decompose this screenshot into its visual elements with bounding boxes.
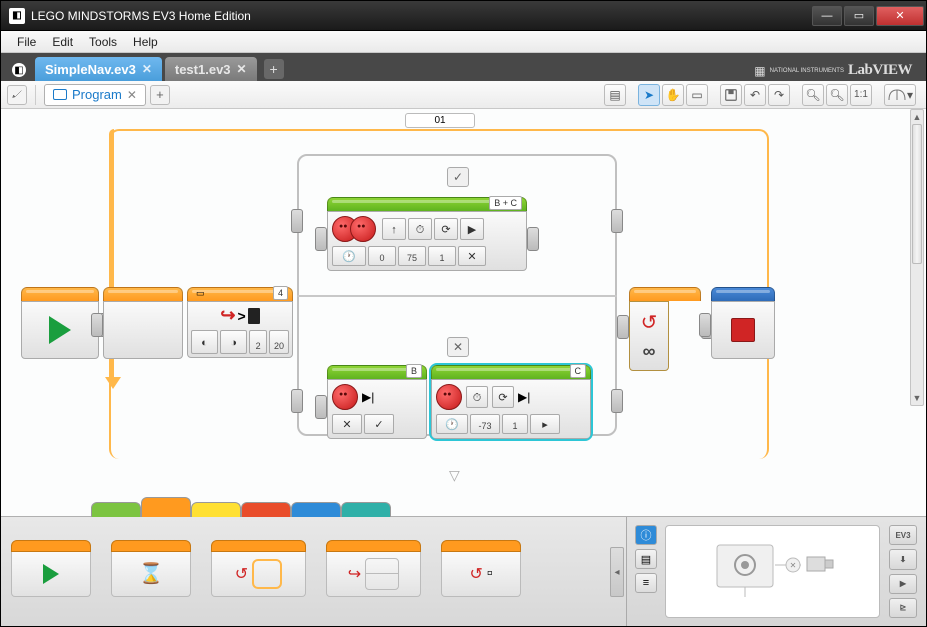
palette-tab-sensor[interactable]	[191, 502, 241, 517]
tab-test1[interactable]: test1.ev3 ✕	[165, 57, 257, 81]
loop-icon: ↺	[641, 310, 658, 335]
color-sensor-switch-block[interactable]: 4 ▭ ↪ > ◐ ◑ 2 20	[187, 287, 293, 358]
palette-tab-advanced[interactable]	[291, 502, 341, 517]
content-editor-button[interactable]: ▾	[884, 84, 916, 106]
port-label[interactable]: C	[570, 364, 587, 378]
run-selected-button[interactable]: ⊵	[889, 598, 917, 618]
home-tab[interactable]: ◧	[7, 59, 31, 81]
palette-collapse-button[interactable]: ◂	[610, 547, 624, 597]
port-view-button[interactable]: ▤	[635, 549, 657, 569]
port-label[interactable]: B	[406, 364, 422, 378]
palette-wait-block[interactable]: ⌛	[111, 540, 191, 610]
maximize-button[interactable]: ▭	[844, 6, 874, 26]
undo-button[interactable]: ↶	[744, 84, 766, 106]
program-icon	[53, 89, 67, 100]
project-tabs: ◧ SimpleNav.ev3 ✕ test1.ev3 ✕ + ▦ NATION…	[1, 53, 926, 81]
run-button[interactable]: ▶	[889, 574, 917, 594]
save-button[interactable]	[720, 84, 742, 106]
app-icon: ◧	[9, 8, 25, 24]
port-label[interactable]: B + C	[489, 196, 522, 210]
close-icon[interactable]: ✕	[237, 62, 247, 76]
titlebar: ◧ LEGO MINDSTORMS EV3 Home Edition — ▭ ✕	[1, 1, 926, 31]
redo-button[interactable]: ↷	[768, 84, 790, 106]
project-properties-button[interactable]	[7, 85, 27, 105]
palette-switch-block[interactable]: ↪	[326, 540, 421, 610]
comparison-icon: >	[237, 308, 245, 324]
sensor-icon	[248, 308, 260, 324]
document-button[interactable]: ▤	[604, 84, 626, 106]
add-program-button[interactable]: +	[150, 85, 170, 105]
palette-loop-interrupt-block[interactable]: ↺▫	[441, 540, 521, 610]
vertical-scrollbar[interactable]: ▲ ▼	[910, 109, 924, 406]
motor-icon	[350, 216, 376, 242]
palette-tab-myblocks[interactable]	[341, 502, 391, 517]
motor-icon	[436, 384, 462, 410]
zoom-reset-button[interactable]: 1:1	[850, 84, 872, 106]
available-bricks-button[interactable]: ≡	[635, 573, 657, 593]
palette-tab-flow[interactable]	[141, 497, 191, 517]
minimize-button[interactable]: —	[812, 6, 842, 26]
stop-block[interactable]	[711, 287, 775, 359]
menu-help[interactable]: Help	[125, 33, 166, 51]
menu-tools[interactable]: Tools	[81, 33, 125, 51]
labview-brand: ▦ NATIONAL INSTRUMENTS LabVIEW	[746, 60, 920, 81]
zoom-out-button[interactable]: 🔍︎	[802, 84, 824, 106]
play-icon	[49, 316, 71, 344]
close-icon[interactable]: ✕	[142, 62, 152, 76]
close-button[interactable]: ✕	[876, 6, 924, 26]
comment-tool-button[interactable]: ▭	[686, 84, 708, 106]
loop-start[interactable]	[103, 287, 183, 359]
window: ◧ LEGO MINDSTORMS EV3 Home Edition — ▭ ✕…	[0, 0, 927, 627]
move-steering-block[interactable]: B + C ↑ ⏱ ⟳ ▶ 🕐 0 75 1	[327, 197, 527, 271]
window-title: LEGO MINDSTORMS EV3 Home Edition	[31, 9, 251, 23]
switch-icon: ↪	[220, 305, 235, 326]
canvas[interactable]: 01 ✓ ✕ 4 ▭	[1, 109, 926, 516]
large-motor-c-block[interactable]: C ⏱ ⟳ ▶| 🕐 -73 1 ▸	[431, 365, 591, 439]
infinity-icon: ∞	[643, 341, 656, 362]
block-palette: ⌛ ↺ ↪ ↺▫ ◂	[1, 517, 626, 626]
palette-category-tabs	[91, 502, 391, 517]
motor-icon	[332, 384, 358, 410]
brick-info-button[interactable]: ⓘ	[635, 525, 657, 545]
toolbar: Program ✕ + ▤ ➤ ✋ ▭ ↶ ↷ 🔍︎ 🔍︎ 1:1 ▾	[1, 81, 926, 109]
expand-switch-icon[interactable]: ▽	[449, 467, 460, 484]
stop-icon	[731, 318, 755, 342]
palette-tab-action[interactable]	[91, 502, 141, 517]
menubar: File Edit Tools Help	[1, 31, 926, 53]
start-block[interactable]	[21, 287, 99, 359]
hardware-panel: ⓘ ▤ ≡ ✕ EV3 ⬇	[626, 517, 926, 626]
palette-loop-block[interactable]: ↺	[211, 540, 306, 610]
palette-start-block[interactable]	[11, 540, 91, 610]
large-motor-b-block[interactable]: B ▶| ✕ ✓	[327, 365, 427, 439]
connection-diagram: ✕	[665, 525, 880, 618]
tab-simplenav[interactable]: SimpleNav.ev3 ✕	[35, 57, 162, 81]
pointer-tool-button[interactable]: ➤	[638, 84, 660, 106]
menu-file[interactable]: File	[9, 33, 44, 51]
palette-tab-data[interactable]	[241, 502, 291, 517]
ev3-badge: EV3	[889, 525, 917, 545]
pan-tool-button[interactable]: ✋	[662, 84, 684, 106]
download-button[interactable]: ⬇	[889, 549, 917, 569]
program-tab[interactable]: Program ✕	[44, 84, 146, 106]
loop-name-label[interactable]: 01	[405, 113, 475, 128]
svg-text:✕: ✕	[789, 561, 796, 570]
bottom-panel: ⌛ ↺ ↪ ↺▫ ◂ ⓘ ▤ ≡	[1, 516, 926, 626]
add-tab-button[interactable]: +	[264, 59, 284, 79]
port-label[interactable]: 4	[273, 286, 288, 300]
menu-edit[interactable]: Edit	[44, 33, 81, 51]
zoom-in-button[interactable]: 🔍︎	[826, 84, 848, 106]
switch-false-tab[interactable]: ✕	[447, 337, 469, 357]
loop-end-block[interactable]: ↺ ∞	[629, 287, 701, 371]
switch-true-tab[interactable]: ✓	[447, 167, 469, 187]
close-icon[interactable]: ✕	[127, 88, 137, 102]
